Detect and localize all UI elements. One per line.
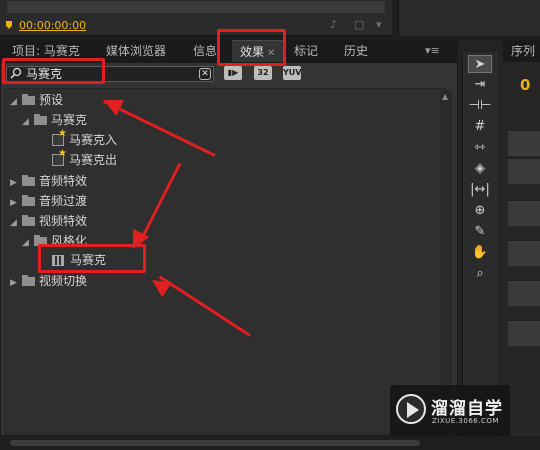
track-row[interactable] — [508, 200, 540, 226]
play-logo-icon — [396, 394, 426, 424]
tab-markers[interactable]: 标记 — [286, 40, 326, 62]
tree-folder-audio-effects[interactable]: ▶ 音频特效 — [10, 172, 87, 190]
tree-folder-presets[interactable]: ◢ 预设 — [10, 91, 63, 109]
scroll-down-icon[interactable]: ▾ — [376, 18, 388, 31]
collapse-arrow-icon[interactable]: ▶ — [10, 194, 20, 212]
32bit-filter-button[interactable]: 32 — [254, 66, 272, 80]
preset-icon: ★ — [52, 129, 67, 146]
tree-folder-mosaic-presets[interactable]: ◢ 马赛克 — [22, 111, 87, 129]
expand-arrow-icon[interactable]: ◢ — [22, 234, 32, 252]
yuv-filter-button[interactable]: YUV — [283, 66, 301, 80]
expand-arrow-icon[interactable]: ◢ — [10, 214, 20, 232]
track-row[interactable] — [508, 158, 540, 184]
panel-menu-icon[interactable]: ▾≡ — [425, 44, 440, 57]
zoom-tool-icon[interactable]: ⌕ — [468, 265, 492, 283]
annotation-box-search — [2, 58, 105, 84]
pen-tool-icon[interactable]: ✎ — [468, 223, 492, 241]
tab-sequence[interactable]: 序列 — [503, 40, 540, 62]
close-icon[interactable]: ✕ — [199, 68, 211, 80]
razor-tool-icon[interactable]: ◈ — [468, 160, 492, 178]
folder-icon — [22, 94, 35, 105]
hand-tool-icon[interactable]: ✋ — [468, 244, 492, 262]
folder-icon — [34, 114, 47, 125]
folder-icon — [22, 275, 35, 286]
slip-tool-icon[interactable]: |↔| — [468, 181, 492, 199]
tree-preset-mosaic-out[interactable]: ★ 马赛克出 — [52, 149, 117, 169]
horizontal-scrollbar[interactable] — [10, 440, 420, 446]
collapse-arrow-icon[interactable]: ▶ — [10, 174, 20, 192]
expand-arrow-icon[interactable]: ◢ — [10, 93, 20, 111]
sequence-timecode: 0 — [520, 76, 531, 94]
collapse-arrow-icon[interactable]: ▶ — [10, 274, 20, 292]
folder-icon — [22, 175, 35, 186]
tree-preset-mosaic-in[interactable]: ★ 马赛克入 — [52, 129, 117, 149]
folder-icon — [22, 215, 35, 226]
folder-icon — [22, 195, 35, 206]
selection-tool-icon[interactable]: ➤ — [468, 55, 492, 73]
track-select-tool-icon[interactable]: ⇥ — [468, 76, 492, 94]
tab-history[interactable]: 历史 — [336, 40, 376, 62]
program-monitor-panel — [398, 0, 540, 36]
watermark-title: 溜溜自学 — [431, 399, 503, 419]
tab-media-browser[interactable]: 媒体浏览器 — [98, 40, 174, 62]
preset-icon: ★ — [52, 149, 67, 166]
export-frame-icon[interactable]: ▢ — [354, 18, 366, 31]
slide-tool-icon[interactable]: ⊕ — [468, 202, 492, 220]
scroll-up-icon[interactable]: ▲ — [442, 92, 448, 101]
rolling-edit-tool-icon[interactable]: # — [468, 118, 492, 136]
tree-folder-video-transitions[interactable]: ▶ 视频切换 — [10, 272, 87, 290]
audio-icon[interactable]: ♪ — [330, 18, 342, 31]
accelerated-effects-icon[interactable]: ▮▶ — [224, 66, 242, 80]
tree-scrollbar[interactable]: ▲ — [440, 90, 452, 432]
tree-folder-video-effects[interactable]: ◢ 视频特效 — [10, 212, 87, 230]
monitor-scrubber[interactable] — [6, 0, 386, 14]
expand-arrow-icon[interactable]: ◢ — [22, 113, 32, 131]
annotation-box-mosaic-effect — [38, 244, 146, 273]
timecode-display[interactable]: 00:00:00:00 — [19, 19, 86, 32]
tree-folder-audio-transitions[interactable]: ▶ 音频过渡 — [10, 192, 87, 210]
track-row[interactable] — [508, 240, 540, 266]
track-row[interactable] — [508, 320, 540, 346]
track-row[interactable] — [508, 280, 540, 306]
rate-stretch-tool-icon[interactable]: ⇿ — [468, 139, 492, 157]
ripple-edit-tool-icon[interactable]: ⊣⊢ — [468, 97, 492, 115]
watermark-subtitle: ZIXUE.3066.COM — [432, 417, 499, 425]
track-row[interactable] — [508, 130, 540, 156]
annotation-box-effects-tab — [217, 29, 286, 66]
